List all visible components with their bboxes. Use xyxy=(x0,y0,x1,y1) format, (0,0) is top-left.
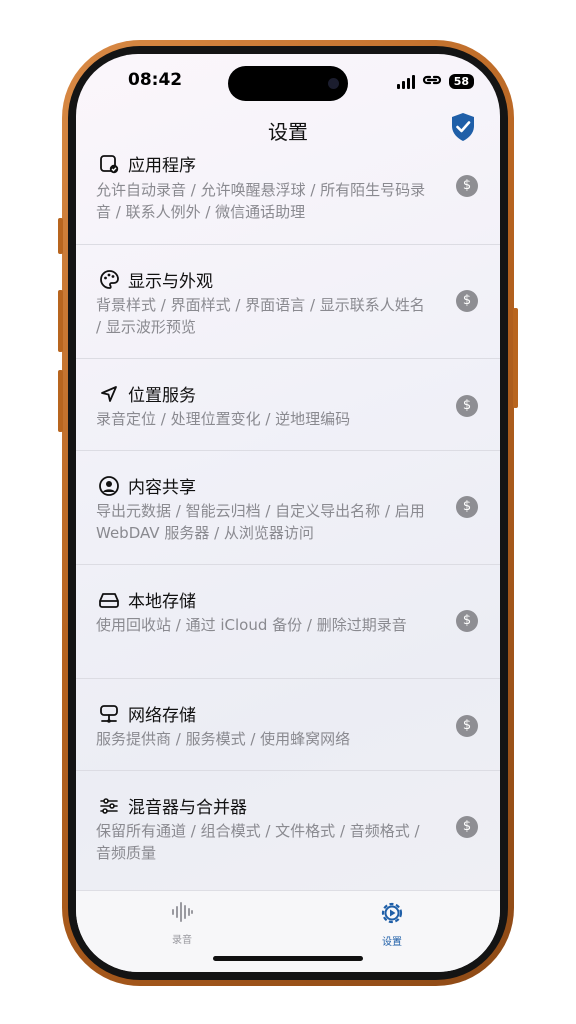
tab-settings[interactable]: 设置 xyxy=(352,899,432,948)
app-check-icon xyxy=(98,153,120,175)
page-title: 设置 xyxy=(268,120,308,144)
screen: 08:42 58 设置 应用程序 允许自动录音 / 允许唤醒悬浮球 / 所有陌生… xyxy=(76,54,500,972)
settings-row-desc: 导出元数据 / 智能云归档 / 自定义导出名称 / 启用 WebDAV 服务器 … xyxy=(96,502,425,542)
waveform-icon xyxy=(172,902,193,922)
settings-row-mixer[interactable]: 混音器与合并器 保留所有通道 / 组合模式 / 文件格式 / 音频格式 / 音频… xyxy=(76,770,500,889)
settings-row-sharing[interactable]: 内容共享 导出元数据 / 智能云归档 / 自定义导出名称 / 启用 WebDAV… xyxy=(76,450,500,565)
action-button xyxy=(58,218,63,254)
battery-icon: 58 xyxy=(448,74,474,89)
settings-row-title: 显示与外观 xyxy=(128,272,213,292)
premium-badge-icon: $ xyxy=(456,816,478,838)
tab-recordings[interactable]: 录音 xyxy=(142,899,222,946)
shield-check-icon[interactable] xyxy=(450,112,476,142)
premium-badge-icon: $ xyxy=(456,610,478,632)
tab-label: 录音 xyxy=(172,935,192,946)
settings-row-desc: 使用回收站 / 通过 iCloud 备份 / 删除过期录音 xyxy=(96,616,407,634)
settings-row-desc: 服务提供商 / 服务模式 / 使用蜂窝网络 xyxy=(96,730,351,748)
settings-row-title: 内容共享 xyxy=(128,478,196,498)
premium-badge-icon: $ xyxy=(456,175,478,197)
status-time: 08:42 xyxy=(128,70,183,90)
link-icon xyxy=(422,72,442,91)
home-indicator xyxy=(213,956,363,961)
dynamic-island xyxy=(228,66,348,101)
settings-row-local-storage[interactable]: 本地存储 使用回收站 / 通过 iCloud 备份 / 删除过期录音 $ xyxy=(76,564,500,679)
status-bar: 08:42 58 xyxy=(76,54,500,110)
premium-badge-icon: $ xyxy=(456,715,478,737)
settings-row-display[interactable]: 显示与外观 背景样式 / 界面样式 / 界面语言 / 显示联系人姓名 / 显示波… xyxy=(76,244,500,359)
nav-bar: 设置 xyxy=(76,110,500,150)
volume-up-button xyxy=(58,290,63,352)
settings-row-app[interactable]: 应用程序 允许自动录音 / 允许唤醒悬浮球 / 所有陌生号码录音 / 联系人例外… xyxy=(76,150,500,245)
premium-badge-icon: $ xyxy=(456,395,478,417)
settings-row-network-storage[interactable]: 网络存储 服务提供商 / 服务模式 / 使用蜂窝网络 $ xyxy=(76,678,500,771)
location-arrow-icon xyxy=(98,383,120,405)
settings-list: 应用程序 允许自动录音 / 允许唤醒悬浮球 / 所有陌生号码录音 / 联系人例外… xyxy=(76,150,500,890)
settings-row-desc: 允许自动录音 / 允许唤醒悬浮球 / 所有陌生号码录音 / 联系人例外 / 微信… xyxy=(96,181,426,221)
settings-row-desc: 录音定位 / 处理位置变化 / 逆地理编码 xyxy=(96,410,351,428)
premium-badge-icon: $ xyxy=(456,496,478,518)
settings-row-desc: 保留所有通道 / 组合模式 / 文件格式 / 音频格式 / 音频质量 xyxy=(96,822,420,862)
drive-icon xyxy=(98,589,120,611)
settings-row-desc: 背景样式 / 界面样式 / 界面语言 / 显示联系人姓名 / 显示波形预览 xyxy=(96,296,425,336)
settings-row-title: 网络存储 xyxy=(128,706,196,726)
tab-label: 设置 xyxy=(382,937,402,948)
person-share-icon xyxy=(98,475,120,497)
palette-icon xyxy=(98,269,120,291)
premium-badge-icon: $ xyxy=(456,290,478,312)
gear-icon xyxy=(381,902,403,924)
settings-row-title: 混音器与合并器 xyxy=(128,798,247,818)
sliders-icon xyxy=(98,795,120,817)
signal-icon xyxy=(396,74,415,89)
settings-row-title: 应用程序 xyxy=(128,156,196,176)
settings-row-title: 位置服务 xyxy=(128,386,196,406)
volume-down-button xyxy=(58,370,63,432)
settings-row-location[interactable]: 位置服务 录音定位 / 处理位置变化 / 逆地理编码 $ xyxy=(76,358,500,451)
side-button xyxy=(513,308,518,408)
settings-row-title: 本地存储 xyxy=(128,592,196,612)
network-drive-icon xyxy=(98,703,120,725)
